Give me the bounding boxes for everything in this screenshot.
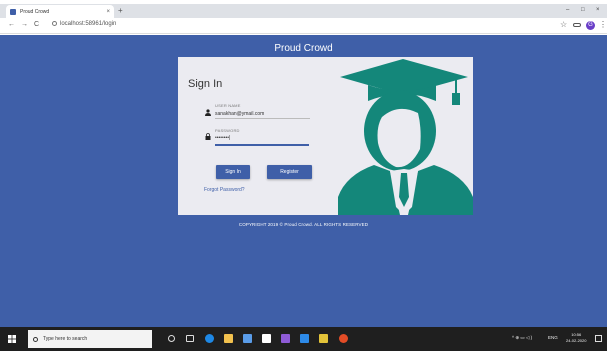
search-icon (33, 336, 38, 342)
username-input[interactable]: sanakhan@ymail.com (215, 111, 264, 117)
copyright-footer: COPYRIGHT 2019 © Proud Crowd. ALL RIGHTS… (238, 222, 369, 227)
bookmark-star-icon[interactable]: ☆ (560, 20, 567, 29)
login-card: Sign In USER NAME sanakhan@ymail.com PAS… (178, 57, 473, 215)
taskbar-search-placeholder: Type here to search (43, 336, 88, 342)
close-window-button[interactable]: × (596, 7, 600, 13)
address-bar[interactable]: localhost:58961/login (52, 21, 116, 27)
browser-tab[interactable]: Proud Crowd × (6, 5, 114, 18)
store-icon[interactable] (243, 334, 252, 343)
reload-button[interactable]: C (34, 21, 39, 28)
tab-title: Proud Crowd (20, 8, 50, 15)
password-underline (215, 144, 309, 146)
forgot-password-link[interactable]: Forgot Password? (204, 187, 245, 193)
minimize-button[interactable]: – (566, 7, 569, 13)
password-label: PASSWORD (215, 128, 240, 133)
page-background: Proud Crowd Sign In USER NAME sanakhan@y… (0, 35, 607, 327)
edge-icon[interactable] (205, 334, 214, 343)
user-icon (205, 109, 211, 116)
cortana-icon[interactable] (168, 335, 175, 342)
extension-icon[interactable] (573, 23, 581, 27)
notification-icon[interactable] (595, 335, 602, 342)
username-label: USER NAME (215, 103, 241, 108)
taskbar-clock[interactable]: 10:56 24-02-2020 (566, 332, 586, 344)
tray-icons[interactable]: ^ ⊕ ▭ ◁ ) (512, 335, 532, 341)
chrome-icon[interactable] (339, 334, 348, 343)
graduate-illustration (338, 59, 473, 215)
windows-taskbar: Type here to search ^ ⊕ ▭ ◁ ) ENG 10:56 … (0, 327, 607, 351)
register-button[interactable]: Register (267, 165, 312, 179)
browser-menu-icon[interactable]: ⋮ (599, 20, 607, 29)
password-input[interactable]: ••••••••| (215, 135, 230, 141)
browser-tabbar: Proud Crowd × + – □ × (0, 4, 607, 18)
visual-studio-icon[interactable] (281, 334, 290, 343)
back-button[interactable]: ← (8, 21, 15, 28)
taskbar-search[interactable]: Type here to search (28, 330, 152, 348)
mail-icon[interactable] (262, 334, 271, 343)
profile-avatar[interactable]: G (586, 21, 595, 30)
browser-toolbar: ← → C localhost:58961/login ☆ G ⋮ (0, 18, 607, 34)
clock-date: 24-02-2020 (566, 338, 587, 343)
url-text: localhost:58961/login (60, 21, 117, 28)
task-view-icon[interactable] (186, 335, 194, 342)
favicon-icon (10, 8, 16, 15)
lock-icon (205, 133, 211, 140)
info-icon[interactable] (52, 21, 57, 26)
forward-button[interactable]: → (21, 21, 28, 28)
sticky-notes-icon[interactable] (319, 334, 328, 343)
language-indicator[interactable]: ENG (548, 335, 558, 340)
windows-start-icon[interactable] (8, 335, 16, 343)
signin-button[interactable]: Sign In (216, 165, 250, 179)
file-explorer-icon[interactable] (224, 334, 233, 343)
new-tab-button[interactable]: + (118, 7, 123, 15)
screen: Proud Crowd × + – □ × ← → C localhost:58… (0, 0, 607, 351)
username-underline (215, 118, 310, 119)
maximize-button[interactable]: □ (581, 7, 585, 13)
brand-title: Proud Crowd (274, 43, 333, 54)
vscode-icon[interactable] (300, 334, 309, 343)
signin-heading: Sign In (188, 78, 223, 90)
tab-close-icon[interactable]: × (106, 9, 110, 15)
